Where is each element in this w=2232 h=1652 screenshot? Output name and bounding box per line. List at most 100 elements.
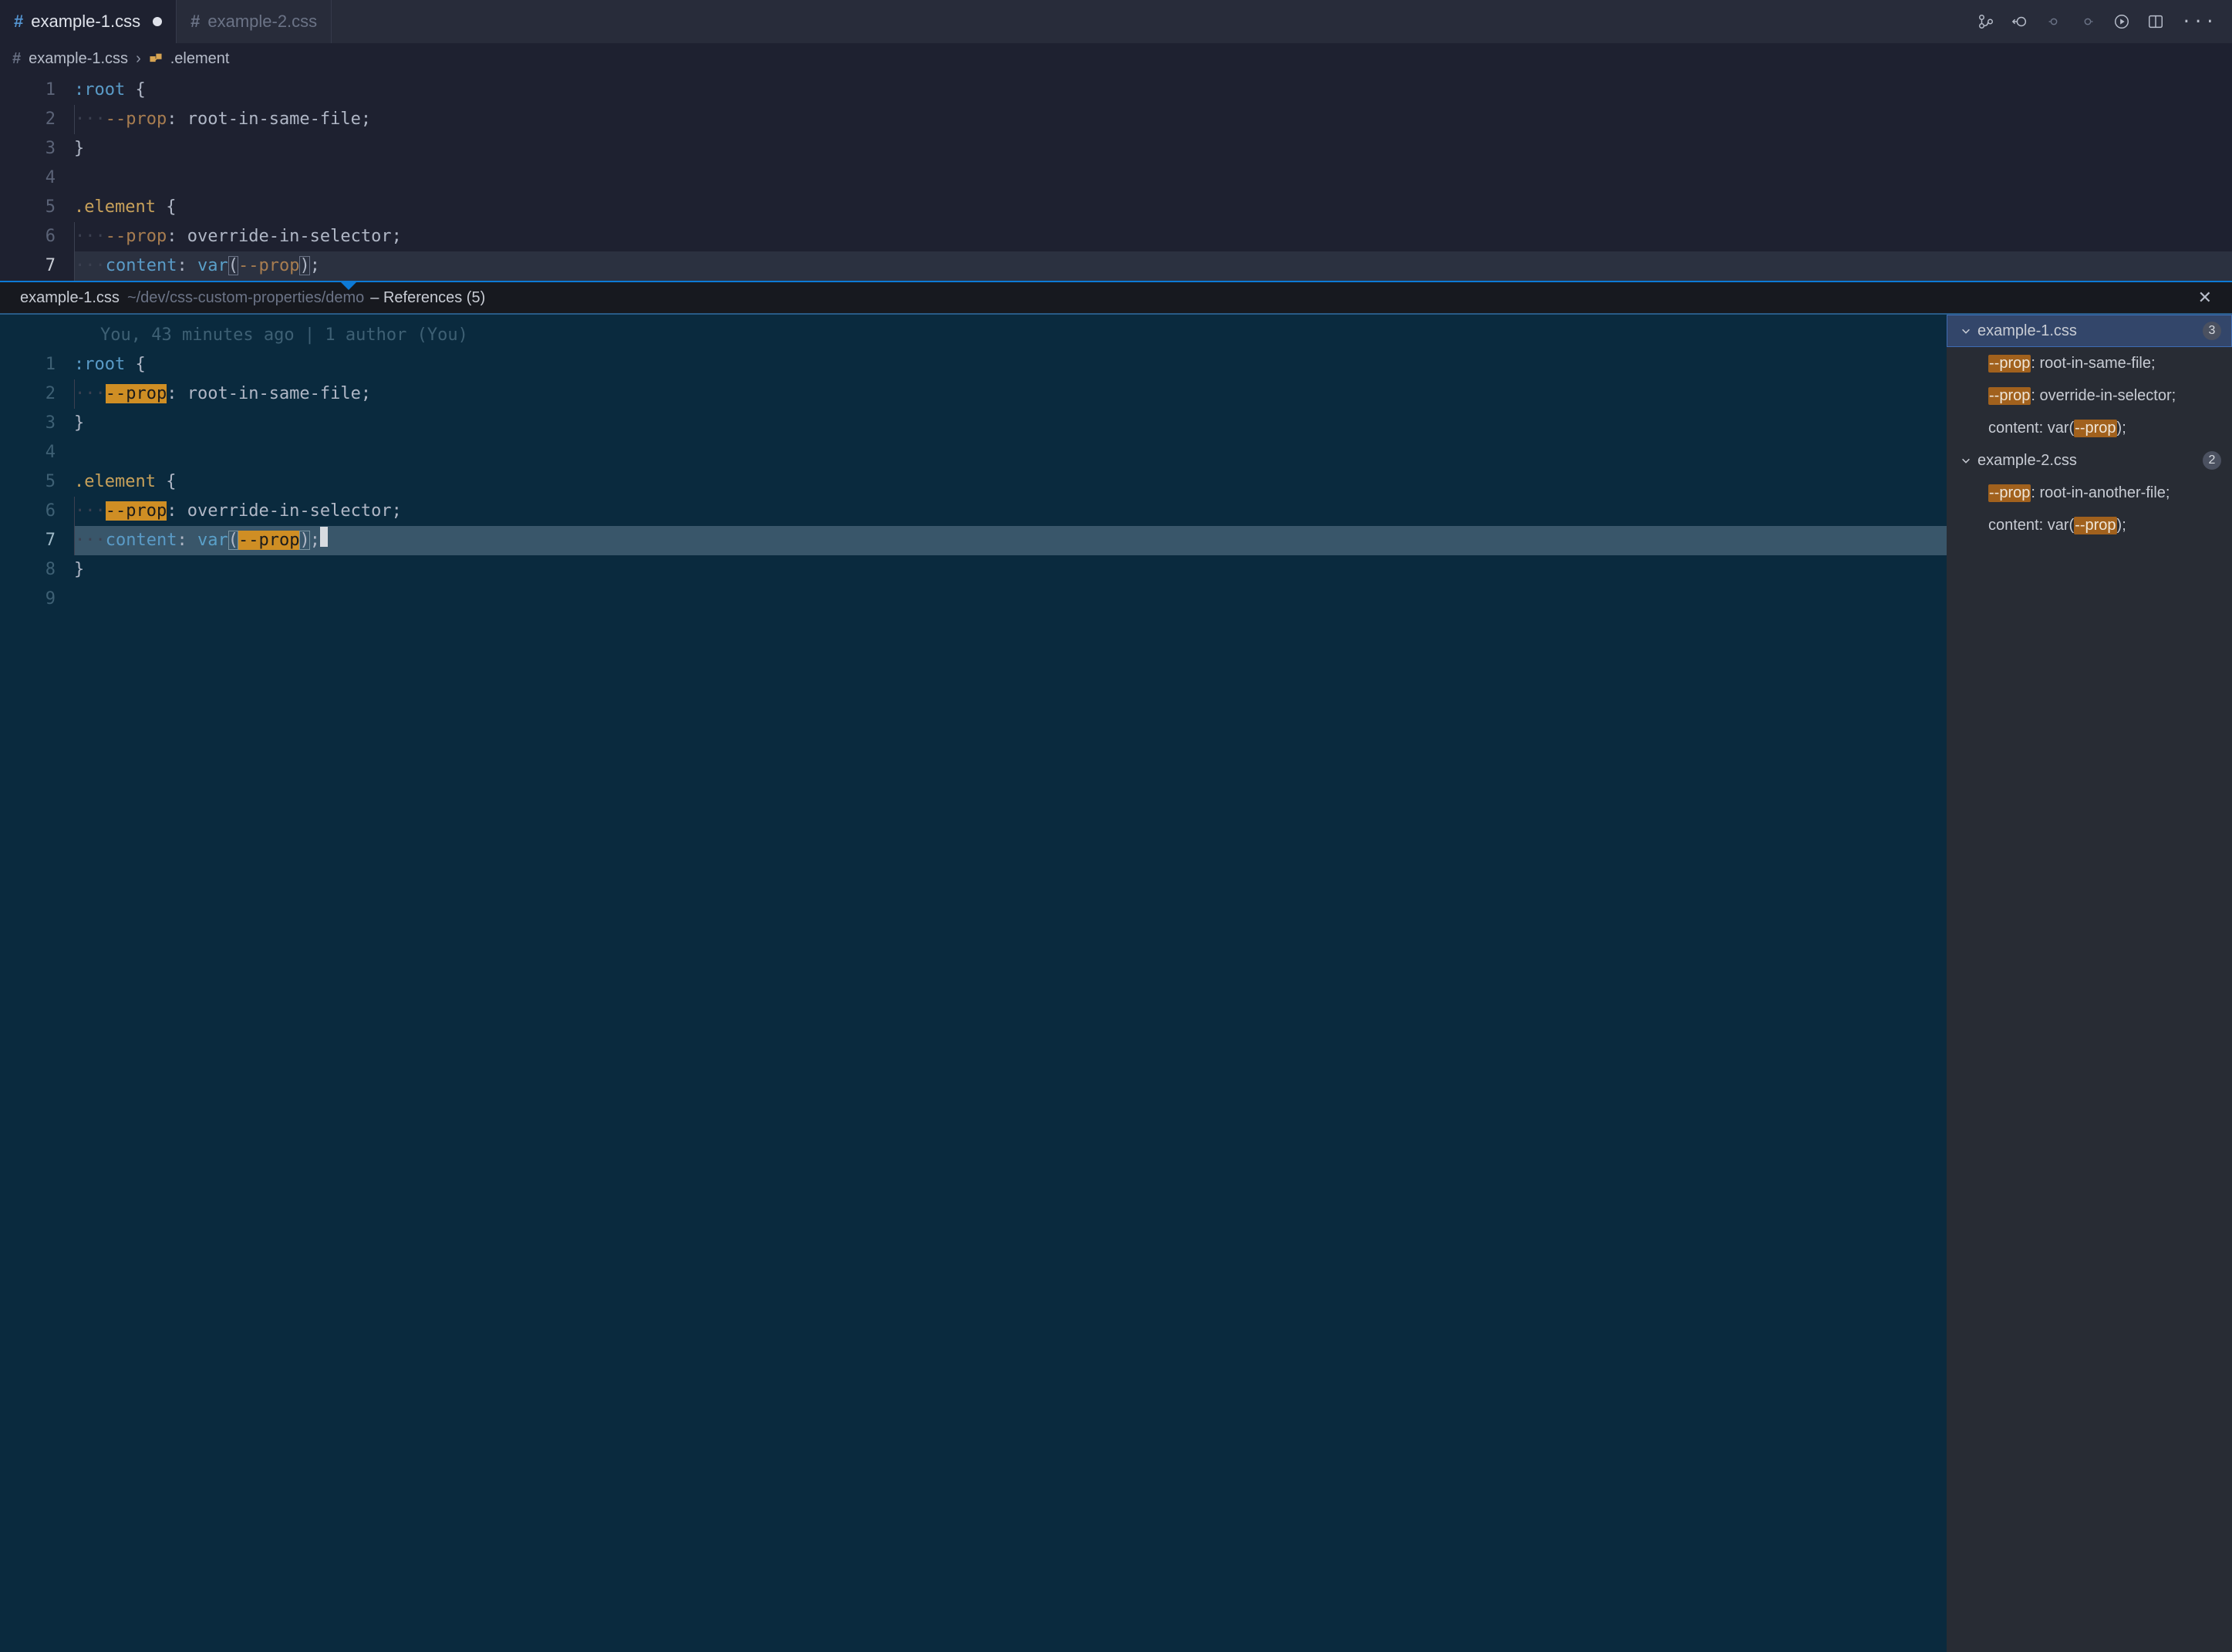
source-control-icon[interactable] [1977, 13, 1994, 30]
tree-reference[interactable]: content: var(--prop); [1947, 509, 2232, 541]
code-area[interactable]: :root {···--prop: root-in-same-file;}.el… [74, 74, 2232, 281]
token: ; [310, 256, 320, 275]
more-actions-icon[interactable]: ··· [2181, 12, 2217, 32]
token: :root [74, 355, 125, 374]
references-tree[interactable]: example-1.css3--prop: root-in-same-file;… [1947, 315, 2232, 1652]
breadcrumb[interactable]: # example-1.css › .element [0, 43, 2232, 74]
code-area[interactable]: :root {···--prop: root-in-same-file;} .el… [74, 315, 1947, 1652]
tree-file[interactable]: example-2.css2 [1947, 444, 2232, 477]
code-line[interactable]: :root { [74, 350, 1947, 379]
code-line[interactable]: ···--prop: root-in-same-file; [74, 379, 1947, 409]
token: :root [74, 80, 125, 99]
tab[interactable]: # example-1.css [0, 0, 177, 43]
code-line[interactable]: } [74, 555, 1947, 585]
references-title: – References (5) [370, 289, 485, 307]
next-change-icon[interactable] [2079, 13, 2096, 30]
tab-bar: # example-1.css #example-2.css ··· [0, 0, 2232, 43]
count-badge: 3 [2203, 322, 2221, 340]
token [156, 472, 166, 491]
token: override-in-selector [187, 501, 392, 521]
revert-icon[interactable] [2011, 13, 2028, 30]
line-number: 2 [0, 379, 56, 409]
token: root-in-same-file [187, 110, 361, 129]
token: { [135, 80, 145, 99]
token: ( [228, 256, 238, 275]
token: : [167, 384, 187, 403]
token: .element [74, 472, 156, 491]
token: } [74, 413, 84, 433]
tree-file[interactable]: example-1.css 3 [1947, 315, 2232, 347]
tree-reference[interactable]: --prop: root-in-another-file; [1947, 477, 2232, 509]
line-number: 3 [0, 409, 56, 438]
tree-file-name: example-1.css [1977, 322, 2077, 340]
token: --prop [1988, 387, 2031, 405]
references-path: ~/dev/css-custom-properties/demo [127, 289, 364, 307]
token: content [106, 256, 177, 275]
code-line[interactable]: ···--prop: root-in-same-file; [74, 105, 2232, 134]
token: content: var( [1988, 420, 2074, 437]
code-line[interactable]: } [74, 409, 1947, 438]
peek-editor[interactable]: You, 43 minutes ago | 1 author (You) 123… [0, 315, 1947, 1652]
token: : [167, 110, 187, 129]
token: : root-in-same-file; [2031, 355, 2155, 373]
file-type-icon: # [12, 50, 21, 68]
tabs: # example-1.css #example-2.css [0, 0, 332, 43]
token: ; [392, 227, 402, 246]
token: ) [299, 531, 309, 550]
tab[interactable]: #example-2.css [177, 0, 332, 43]
code-line[interactable]: :root { [74, 76, 2232, 105]
token: .element [74, 197, 156, 217]
run-icon[interactable] [2113, 13, 2130, 30]
line-number: 5 [0, 467, 56, 497]
token: ; [392, 501, 402, 521]
line-number: 4 [0, 164, 56, 193]
code-line[interactable]: ···--prop: override-in-selector; [74, 497, 1947, 526]
gutter: 123456789 [0, 315, 74, 1652]
tab-label: example-1.css [31, 12, 140, 32]
line-number: 7 [0, 251, 56, 281]
line-number: 6 [0, 222, 56, 251]
code-line[interactable]: } [74, 134, 2232, 164]
code-line[interactable]: ···content: var(--prop); [74, 251, 2232, 281]
line-number: 1 [0, 350, 56, 379]
peek-pointer-icon [339, 281, 358, 290]
line-number: 9 [0, 585, 56, 614]
split-editor-icon[interactable] [2147, 13, 2164, 30]
file-type-icon: # [190, 12, 200, 32]
whitespace-dots: ··· [75, 531, 106, 550]
tree-reference[interactable]: content: var(--prop); [1947, 412, 2232, 444]
code-line[interactable] [74, 164, 2232, 193]
close-icon[interactable]: ✕ [2198, 288, 2212, 308]
code-line[interactable]: ···--prop: override-in-selector; [74, 222, 2232, 251]
code-line[interactable] [74, 438, 1947, 467]
code-line[interactable]: .element { [74, 467, 1947, 497]
chevron-right-icon: › [136, 50, 141, 68]
editor-main[interactable]: 1234567 :root {···--prop: root-in-same-f… [0, 74, 2232, 281]
token: content: var( [1988, 517, 2074, 534]
whitespace-dots: ··· [75, 501, 106, 521]
token: } [74, 560, 84, 579]
code-line[interactable]: ···content: var(--prop); [74, 526, 1947, 555]
cursor [320, 527, 328, 547]
editor-actions: ··· [1977, 0, 2232, 43]
line-number: 5 [0, 193, 56, 222]
token: ; [361, 110, 371, 129]
token: : [177, 531, 197, 550]
whitespace-dots: ··· [75, 110, 106, 129]
token: var [197, 531, 228, 550]
token [125, 355, 135, 374]
gutter: 1234567 [0, 74, 74, 281]
code-line[interactable] [74, 585, 1947, 614]
file-type-icon: # [14, 12, 23, 32]
token: --prop [106, 227, 167, 246]
code-line[interactable]: .element { [74, 193, 2232, 222]
token: --prop [1988, 484, 2031, 502]
breadcrumb-file: example-1.css [29, 50, 128, 68]
token: override-in-selector [187, 227, 392, 246]
token: --prop [2074, 420, 2116, 437]
tree-reference[interactable]: --prop: override-in-selector; [1947, 379, 2232, 412]
tree-reference[interactable]: --prop: root-in-same-file; [1947, 347, 2232, 379]
token: ) [299, 256, 309, 275]
prev-change-icon[interactable] [2045, 13, 2062, 30]
token: root-in-same-file [187, 384, 361, 403]
